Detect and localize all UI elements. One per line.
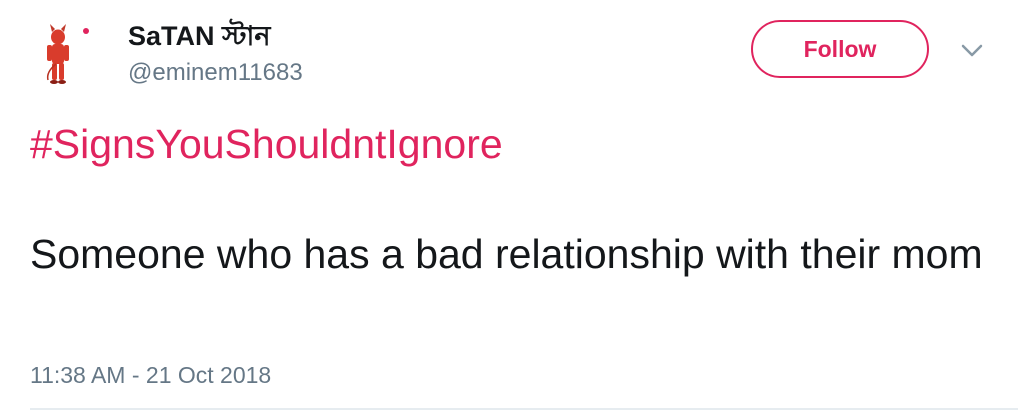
chevron-down-icon[interactable]: [958, 40, 986, 60]
tweet-card: SaTAN স্টান @eminem11683 Follow #SignsYo…: [0, 0, 1024, 413]
hashtag-link[interactable]: #SignsYouShouldntIgnore: [30, 118, 503, 170]
avatar[interactable]: [28, 16, 110, 98]
tweet-text: Someone who has a bad relationship with …: [30, 231, 983, 277]
devil-figure-icon: [46, 24, 89, 84]
divider: [30, 408, 1018, 410]
author-handle[interactable]: @eminem11683: [128, 58, 303, 88]
author-name[interactable]: SaTAN স্টান: [128, 20, 270, 52]
follow-button[interactable]: Follow: [751, 20, 929, 78]
tweet-timestamp[interactable]: 11:38 AM - 21 Oct 2018: [30, 360, 271, 390]
